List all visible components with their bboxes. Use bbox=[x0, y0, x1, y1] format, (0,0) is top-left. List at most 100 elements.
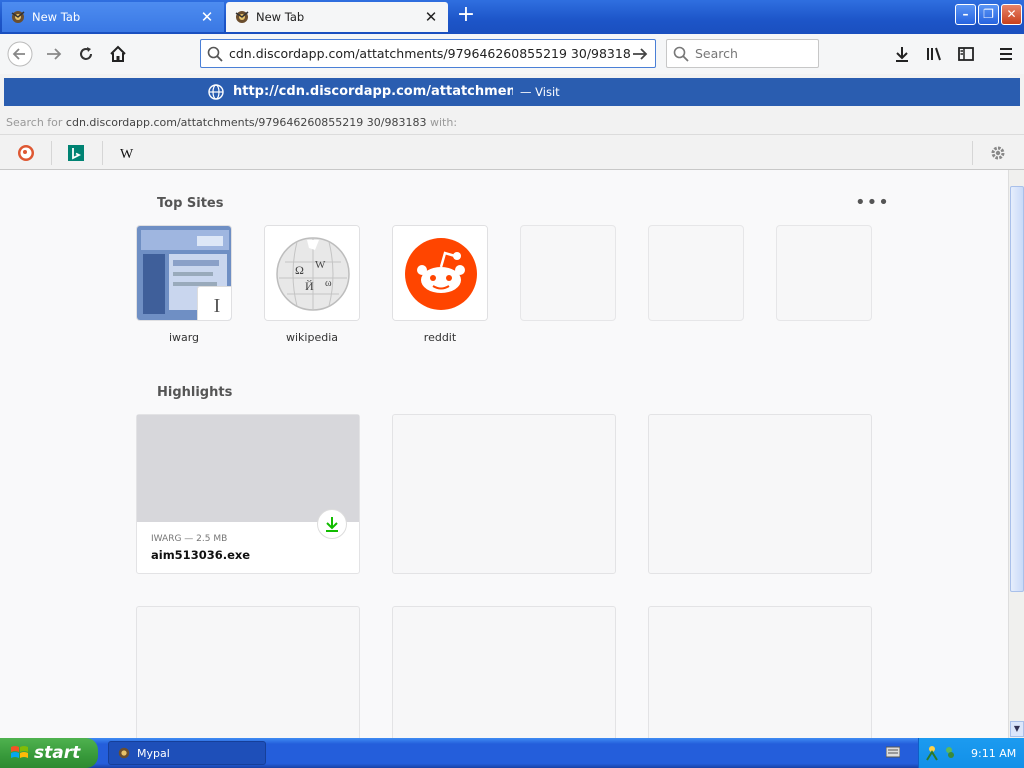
hamburger-menu-icon bbox=[1000, 48, 1012, 60]
highlight-meta: IWARG — 2.5 MB bbox=[151, 534, 228, 544]
highlight-card-download[interactable]: IWARG — 2.5 MB aim513036.exe bbox=[136, 414, 360, 574]
library-button[interactable] bbox=[920, 40, 948, 68]
taskbar-item-label: Mypal bbox=[137, 746, 170, 760]
system-tray: 9:11 AM bbox=[918, 738, 1024, 768]
tab-close-icon[interactable]: ✕ bbox=[198, 8, 216, 26]
search-for-suffix: with: bbox=[430, 116, 458, 129]
svg-text:W: W bbox=[120, 147, 134, 162]
top-site-reddit[interactable] bbox=[392, 225, 488, 321]
engine-divider bbox=[972, 141, 973, 165]
wikipedia-engine-button[interactable]: W bbox=[115, 141, 139, 165]
vertical-scrollbar[interactable]: ▼ bbox=[1008, 170, 1024, 738]
taskbar-item-mypal[interactable]: Mypal bbox=[108, 741, 266, 765]
top-site-wikipedia[interactable]: Ω W Й ω bbox=[264, 225, 360, 321]
highlight-card-empty[interactable] bbox=[648, 414, 872, 574]
sidebar-button[interactable] bbox=[952, 40, 980, 68]
bing-icon bbox=[68, 145, 84, 161]
duckduckgo-engine-button[interactable] bbox=[14, 141, 38, 165]
mypal-logo-icon bbox=[235, 11, 249, 23]
top-site-empty[interactable] bbox=[776, 225, 872, 321]
new-tab-plus-icon[interactable]: + bbox=[455, 4, 477, 27]
search-input[interactable]: Search bbox=[695, 46, 738, 61]
highlight-card-empty[interactable] bbox=[392, 414, 616, 574]
clock: 9:11 AM bbox=[971, 746, 1017, 760]
start-button[interactable]: start bbox=[0, 738, 98, 768]
top-site-empty[interactable] bbox=[520, 225, 616, 321]
download-arrow-icon bbox=[326, 517, 338, 532]
minimize-button[interactable]: – bbox=[955, 4, 976, 25]
mypal-logo-icon bbox=[11, 11, 25, 23]
svg-text:W: W bbox=[315, 259, 326, 271]
highlight-filename: aim513036.exe bbox=[151, 548, 251, 562]
forward-button[interactable] bbox=[40, 40, 68, 68]
tab-strip: New Tab ✕ New Tab ✕ + – ❐ ✕ bbox=[0, 0, 1024, 34]
highlight-card-empty[interactable] bbox=[648, 606, 872, 738]
keyboard-icon[interactable] bbox=[885, 746, 901, 761]
tab-title: New Tab bbox=[256, 10, 305, 24]
reload-button[interactable] bbox=[72, 40, 100, 68]
wikipedia-w-icon: W bbox=[120, 147, 134, 162]
globe-icon bbox=[208, 84, 224, 100]
url-bar[interactable]: cdn.discordapp.com/attatchments/97964626… bbox=[200, 39, 656, 68]
windows-taskbar: start Mypal 9:11 AM bbox=[0, 738, 1024, 768]
highlight-card-empty[interactable] bbox=[136, 606, 360, 738]
restore-button[interactable]: ❐ bbox=[978, 4, 999, 25]
search-icon bbox=[207, 46, 223, 62]
library-icon bbox=[927, 47, 941, 61]
home-button[interactable] bbox=[104, 40, 132, 68]
gear-icon bbox=[991, 146, 1005, 160]
scrollbar-thumb[interactable] bbox=[1010, 186, 1024, 592]
forward-arrow-icon bbox=[47, 48, 62, 60]
tab-title: New Tab bbox=[32, 10, 81, 24]
url-autocomplete-popup: http://cdn.discordapp.com/attatchments/9… bbox=[0, 74, 1024, 170]
autocomplete-url: http://cdn.discordapp.com/attatchments/9 bbox=[233, 84, 513, 99]
new-tab-page: Top Sites ••• I iwarg Ω W Й ω wikipedia … bbox=[0, 170, 1008, 738]
engine-divider bbox=[51, 141, 52, 165]
tray-person-icon[interactable] bbox=[925, 745, 939, 761]
top-site-empty[interactable] bbox=[648, 225, 744, 321]
go-arrow-icon[interactable] bbox=[631, 45, 649, 63]
top-site-label: reddit bbox=[423, 331, 457, 344]
iwarg-favicon-badge: I bbox=[197, 286, 231, 320]
url-input[interactable]: cdn.discordapp.com/attatchments/97964626… bbox=[229, 46, 631, 61]
menu-button[interactable] bbox=[992, 40, 1020, 68]
back-button[interactable] bbox=[6, 40, 34, 68]
search-engine-bar: W bbox=[0, 134, 1024, 170]
autocomplete-visit-label: — Visit bbox=[520, 85, 560, 99]
top-site-label: iwarg bbox=[168, 331, 200, 344]
highlight-card-empty[interactable] bbox=[392, 606, 616, 738]
top-site-iwarg[interactable]: I bbox=[136, 225, 232, 321]
search-settings-button[interactable] bbox=[986, 141, 1010, 165]
downloads-button[interactable] bbox=[888, 40, 916, 68]
download-icon bbox=[896, 47, 908, 62]
start-label: start bbox=[34, 743, 81, 763]
search-box[interactable]: Search bbox=[666, 39, 819, 68]
tab-new-tab-2[interactable]: New Tab ✕ bbox=[226, 2, 448, 32]
top-sites-heading: Top Sites bbox=[157, 196, 224, 211]
home-icon bbox=[110, 45, 126, 62]
windows-flag-icon bbox=[11, 746, 28, 758]
svg-text:Ω: Ω bbox=[295, 263, 304, 277]
more-options-icon[interactable]: ••• bbox=[855, 192, 890, 213]
scroll-down-arrow-icon[interactable]: ▼ bbox=[1010, 721, 1024, 737]
download-badge bbox=[317, 509, 347, 539]
close-window-button[interactable]: ✕ bbox=[1001, 4, 1022, 25]
tab-new-tab-1[interactable]: New Tab ✕ bbox=[2, 2, 224, 32]
highlights-heading: Highlights bbox=[157, 385, 233, 400]
engine-divider bbox=[102, 141, 103, 165]
search-for-label: Search for cdn.discordapp.com/attatchmen… bbox=[6, 116, 457, 129]
autocomplete-visit-row[interactable]: http://cdn.discordapp.com/attatchments/9… bbox=[4, 78, 1020, 106]
reddit-logo-icon bbox=[393, 226, 487, 320]
duckduckgo-icon bbox=[18, 145, 34, 161]
search-for-query: cdn.discordapp.com/attatchments/97964626… bbox=[65, 116, 427, 129]
search-for-prefix: Search for bbox=[6, 116, 63, 129]
wikipedia-globe-icon: Ω W Й ω bbox=[265, 226, 359, 320]
top-site-label: wikipedia bbox=[285, 331, 338, 344]
bing-engine-button[interactable] bbox=[64, 141, 88, 165]
tab-close-icon[interactable]: ✕ bbox=[422, 8, 440, 26]
svg-text:ω: ω bbox=[325, 278, 332, 289]
sidebar-icon bbox=[958, 47, 974, 61]
tray-network-icon[interactable] bbox=[943, 745, 957, 761]
reload-icon bbox=[80, 47, 92, 60]
svg-text:Й: Й bbox=[305, 279, 314, 293]
